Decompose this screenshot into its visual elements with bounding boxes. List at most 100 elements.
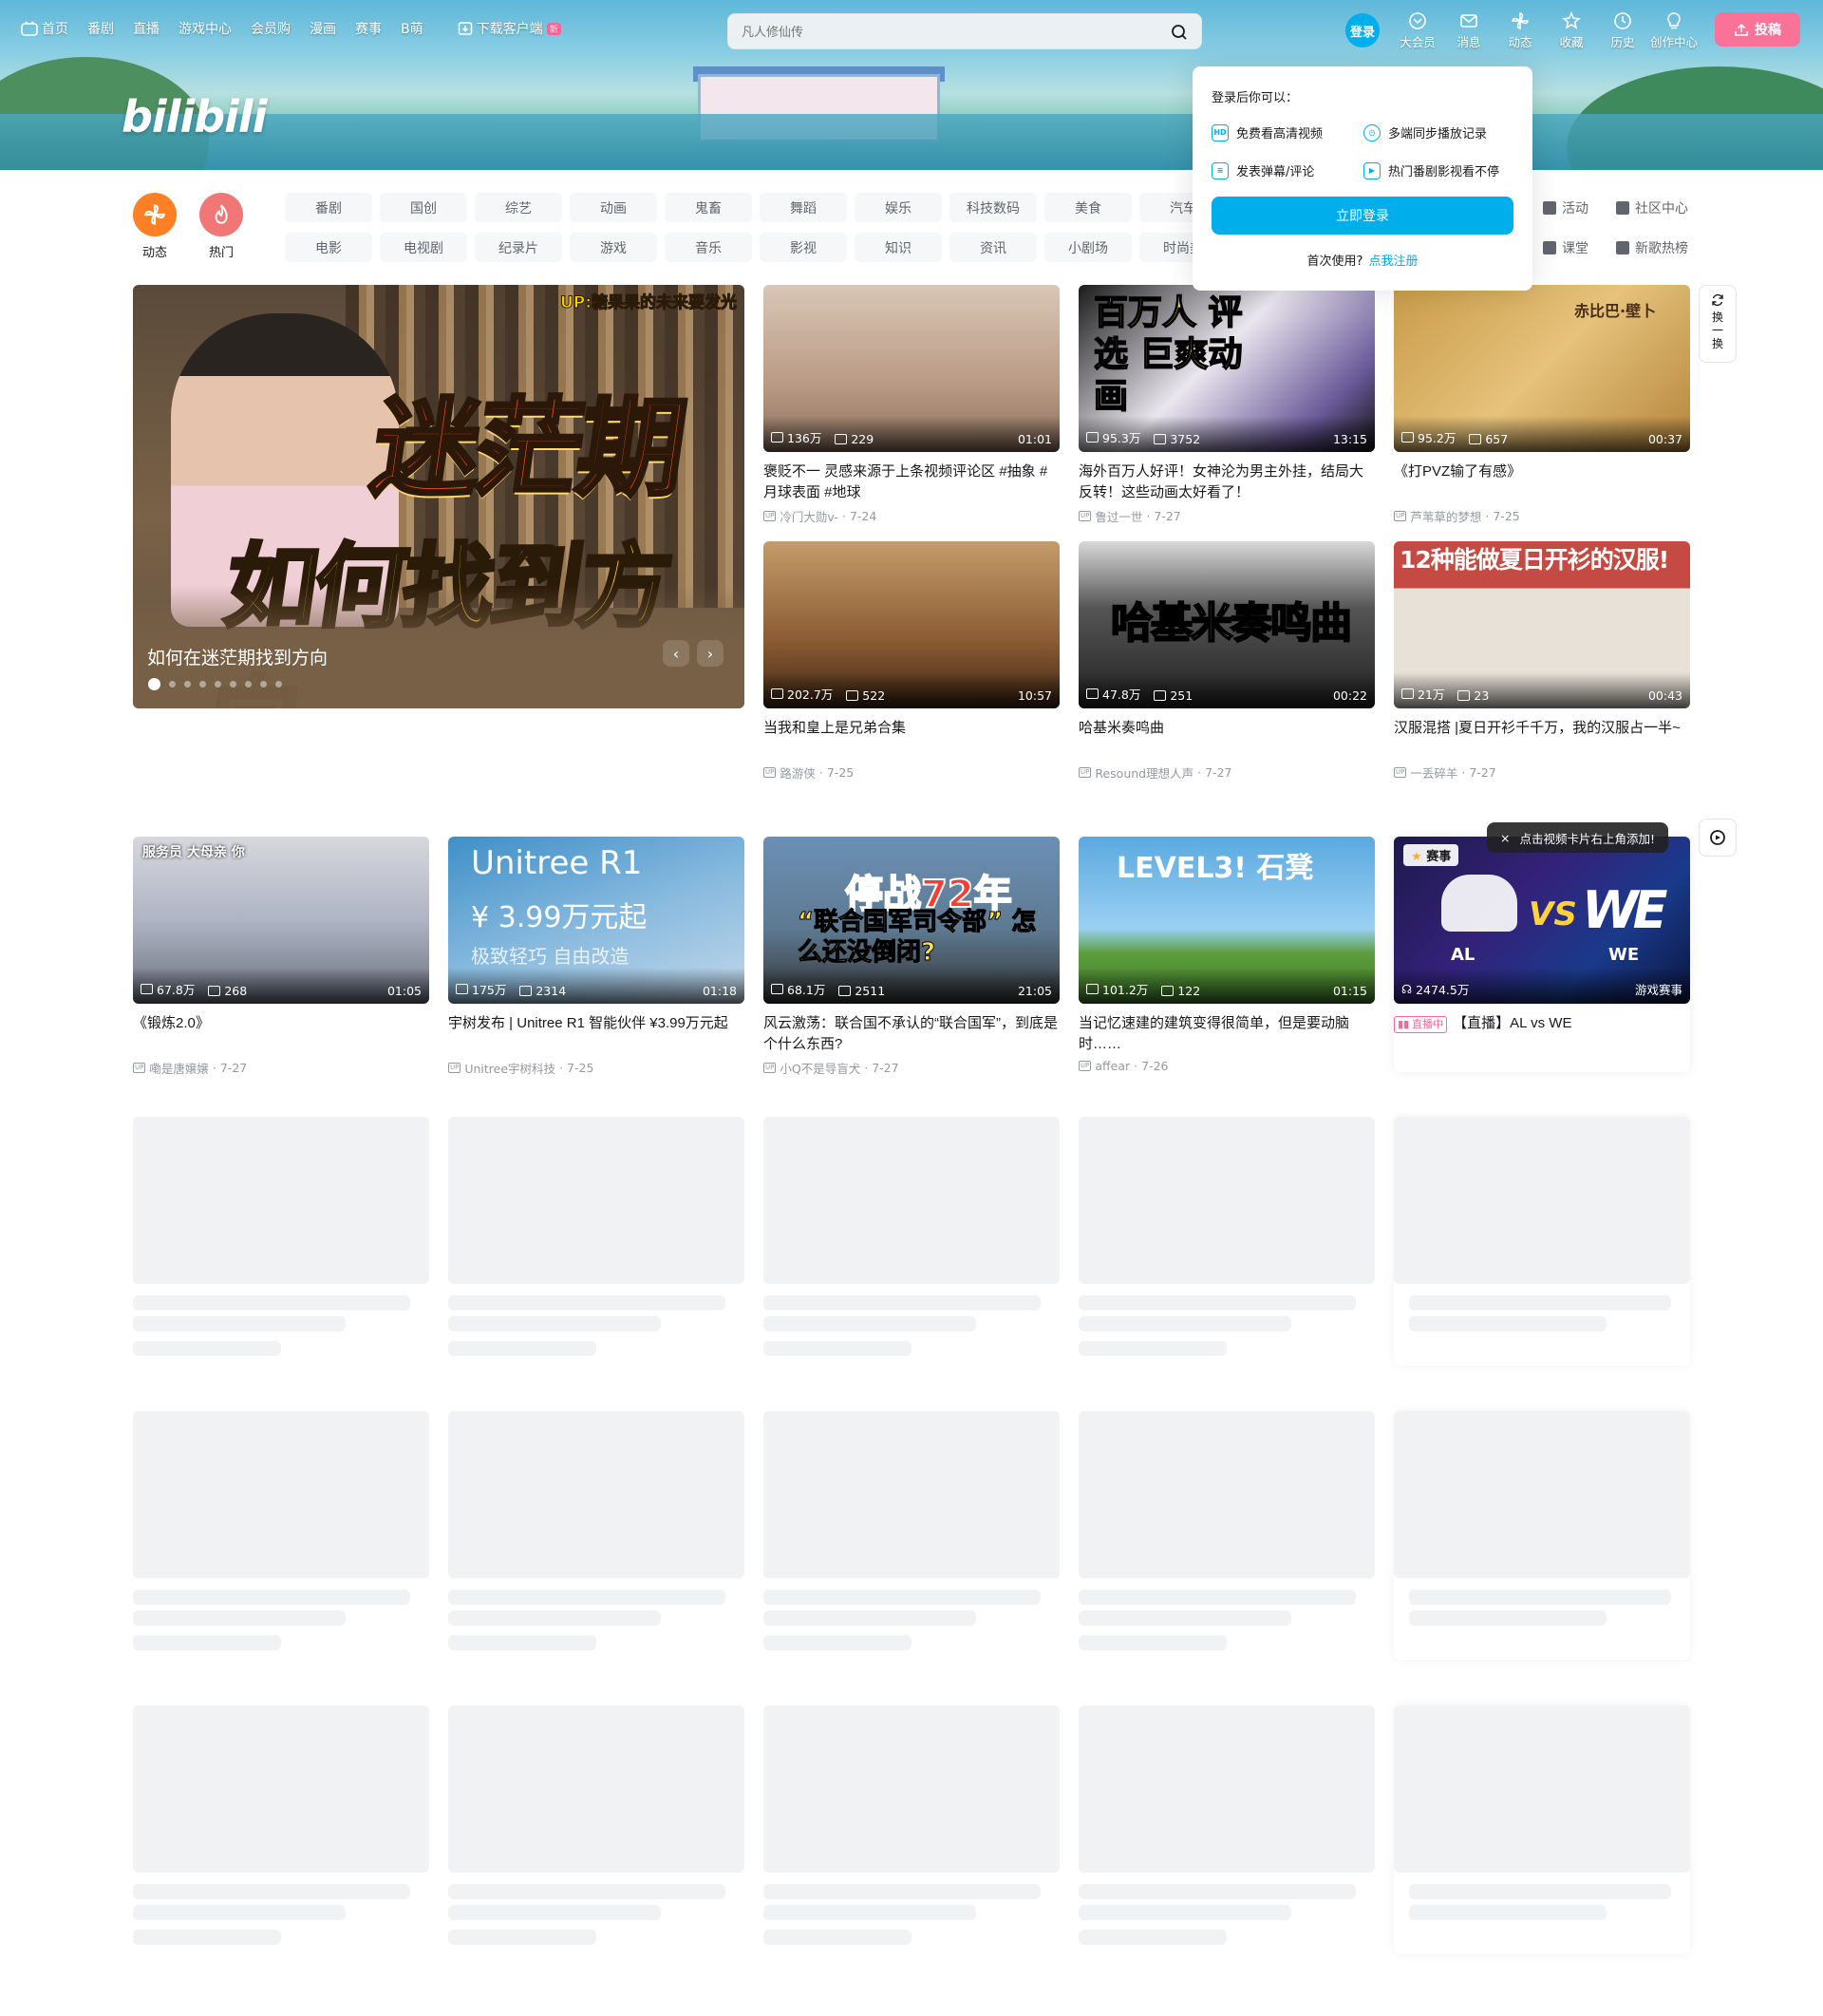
video-card[interactable]: 202.7万 522 10:57 当我和皇上是兄弟合集 UP 路游侠 · 7-25 (763, 541, 1060, 782)
channel-dynamic-button[interactable] (133, 193, 177, 236)
login-now-button[interactable]: 立即登录 (1212, 197, 1513, 235)
video-author[interactable]: 小Q不是导盲犬 (780, 1059, 860, 1077)
video-thumbnail[interactable]: 12种能做夏日开衫的汉服! 21万 23 00:43 (1394, 541, 1690, 708)
side-link-community[interactable]: 社区中心 (1616, 198, 1688, 217)
video-title[interactable]: 当记忆速建的建筑变得很简单，但是要动脑时…… (1079, 1013, 1375, 1055)
channel-tag[interactable]: 国创 (380, 193, 467, 222)
channel-tag[interactable]: 科技数码 (949, 193, 1037, 222)
live-title-row[interactable]: ▮▮ 直播中 【直播】AL vs WE (1394, 1013, 1690, 1055)
carousel-next-button[interactable]: › (697, 640, 724, 667)
channel-tag[interactable]: 纪录片 (475, 233, 562, 262)
video-thumbnail[interactable]: 136万 229 01:01 (763, 285, 1060, 452)
refresh-side-button[interactable] (1699, 819, 1737, 857)
side-link-activity[interactable]: 活动 (1543, 198, 1588, 217)
channel-tag[interactable]: 知识 (855, 233, 942, 262)
channel-tag[interactable]: 鬼畜 (665, 193, 752, 222)
video-thumbnail[interactable]: Unitree R1 ¥ 3.99万元起 极致轻巧 自由改造 175万 2314 01:1… (448, 837, 744, 1004)
video-meta[interactable]: UP 冷门大勋v- · 7-24 (763, 507, 1060, 525)
channel-hot-button[interactable] (199, 193, 243, 236)
video-author[interactable]: 一丢碎羊 (1410, 763, 1457, 782)
video-meta[interactable]: UP Resound理想人声 · 7-27 (1079, 763, 1375, 782)
carousel-dot[interactable] (245, 681, 252, 688)
nav-history[interactable]: 历史 (1597, 11, 1648, 50)
carousel-dot[interactable] (215, 681, 221, 688)
register-link[interactable]: 点我注册 (1368, 254, 1418, 269)
side-link-classroom[interactable]: 课堂 (1543, 238, 1588, 257)
video-card[interactable]: 百万人 评选 巨爽动画 95.3万 3752 13:15 海外百万人好评！女神沦为男主外… (1079, 285, 1375, 525)
nav-esports[interactable]: 赛事 (355, 19, 382, 38)
video-author[interactable]: 路游侠 (780, 763, 816, 782)
video-author[interactable]: 芦苇草的梦想 (1410, 507, 1481, 525)
hero-carousel[interactable]: UP:糖果果的未来要发光 迷茫期 如何找到方向 如何在迷茫期找到方向 ‹ › (133, 285, 744, 708)
nav-creator-center[interactable]: 创作中心 (1648, 11, 1700, 50)
video-title[interactable]: 哈基米奏鸣曲 (1079, 718, 1375, 760)
video-thumbnail[interactable]: 哈基米奏鸣曲 47.8万 251 00:22 (1079, 541, 1375, 708)
channel-tag[interactable]: 美食 (1044, 193, 1132, 222)
video-card[interactable]: 哈基米奏鸣曲 47.8万 251 00:22 哈基米奏鸣曲 UP Resound理想人声 · 7… (1079, 541, 1375, 782)
nav-game-center[interactable]: 游戏中心 (179, 19, 232, 38)
video-author[interactable]: 鲁过一世 (1095, 507, 1142, 525)
carousel-prev-button[interactable]: ‹ (663, 640, 689, 667)
video-author[interactable]: 嘞是唐嬢嬢 (149, 1059, 209, 1077)
search-input[interactable] (742, 22, 1140, 41)
live-card[interactable]: ★ 赛事 AL VS WE WE ☊ 2474.5万 游戏赛事 ▮▮ 直播中 【直… (1394, 837, 1690, 1055)
channel-tag[interactable]: 资讯 (949, 233, 1037, 262)
video-meta[interactable]: UP 小Q不是导盲犬 · 7-27 (763, 1059, 1060, 1077)
carousel-dot[interactable] (230, 681, 236, 688)
nav-bangumi[interactable]: 番剧 (87, 19, 114, 38)
channel-tag[interactable]: 音乐 (665, 233, 752, 262)
video-title[interactable]: 风云激荡：联合国不承认的“联合国军”，到底是个什么东西? (763, 1013, 1060, 1055)
search-icon[interactable] (1171, 24, 1188, 41)
channel-tag[interactable]: 电视剧 (380, 233, 467, 262)
login-avatar-button[interactable]: 登录 (1345, 13, 1380, 47)
video-card[interactable]: 136万 229 01:01 褒贬不一 灵感来源于上条视频评论区 #抽象 #月球表面 … (763, 285, 1060, 525)
video-title[interactable]: 宇树发布 | Unitree R1 智能伙伴 ¥3.99万元起 (448, 1013, 744, 1055)
channel-tag[interactable]: 番剧 (285, 193, 372, 222)
nav-dynamic[interactable]: 动态 (1494, 11, 1546, 50)
channel-tag[interactable]: 综艺 (475, 193, 562, 222)
channel-tag[interactable]: 游戏 (570, 233, 657, 262)
tooltip-close-icon[interactable]: × (1500, 831, 1510, 845)
channel-tag[interactable]: 电影 (285, 233, 372, 262)
video-author[interactable]: 冷门大勋v- (780, 507, 838, 525)
live-thumbnail[interactable]: ★ 赛事 AL VS WE WE ☊ 2474.5万 游戏赛事 (1394, 837, 1690, 1004)
carousel-dot[interactable] (260, 681, 267, 688)
channel-tag[interactable]: 娱乐 (855, 193, 942, 222)
channel-tag[interactable]: 小剧场 (1044, 233, 1132, 262)
video-card[interactable]: 停战72年 “联合国军司令部” 怎么还没倒闭? 68.1万 2511 21:05 风云激荡… (763, 837, 1060, 1077)
video-meta[interactable]: UP 芦苇草的梦想 · 7-25 (1394, 507, 1690, 525)
bilibili-logo[interactable]: bilibili (122, 91, 267, 142)
carousel-dot[interactable] (199, 681, 206, 688)
nav-download-client[interactable]: 下载客户端 新 (458, 19, 561, 38)
video-card[interactable]: Unitree R1 ¥ 3.99万元起 极致轻巧 自由改造 175万 2314 01:1… (448, 837, 744, 1077)
video-card[interactable]: 服务员 大母亲 你 67.8万 268 01:05 《锻炼2.0》 UP 嘞是唐嬢嬢 · 7-2… (133, 837, 429, 1077)
video-title[interactable]: 汉服混搭 |夏日开衫千千万，我的汉服占一半~ (1394, 718, 1690, 760)
nav-vip[interactable]: 大会员 (1392, 11, 1443, 50)
nav-manga[interactable]: 漫画 (310, 19, 336, 38)
nav-messages[interactable]: 消息 (1443, 11, 1494, 50)
video-thumbnail[interactable]: 服务员 大母亲 你 67.8万 268 01:05 (133, 837, 429, 1004)
video-meta[interactable]: UP Unitree宇树科技 · 7-25 (448, 1059, 744, 1077)
video-title[interactable]: 海外百万人好评！女神沦为男主外挂，结局大反转！这些动画太好看了！ (1079, 462, 1375, 503)
video-card[interactable]: LEVEL3! 石凳 101.2万 122 01:15 当记忆速建的建筑变得很简单，但是… (1079, 837, 1375, 1073)
video-thumbnail[interactable]: 赤比巴·壁卜 95.2万 657 00:37 (1394, 285, 1690, 452)
carousel-dot[interactable] (275, 681, 282, 688)
video-meta[interactable]: UP 鲁过一世 · 7-27 (1079, 507, 1375, 525)
nav-favorites[interactable]: 收藏 (1546, 11, 1597, 50)
video-thumbnail[interactable]: 停战72年 “联合国军司令部” 怎么还没倒闭? 68.1万 2511 21:05 (763, 837, 1060, 1004)
carousel-dot[interactable] (184, 681, 191, 688)
side-link-hot-songs[interactable]: 新歌热榜 (1616, 238, 1688, 257)
nav-mall[interactable]: 会员购 (251, 19, 291, 38)
nav-home[interactable]: 首页 (21, 19, 68, 38)
hero-caption[interactable]: 如何在迷茫期找到方向 (147, 644, 328, 669)
video-author[interactable]: Unitree宇树科技 (464, 1059, 555, 1077)
video-thumbnail[interactable]: 202.7万 522 10:57 (763, 541, 1060, 708)
nav-live[interactable]: 直播 (133, 19, 160, 38)
video-title[interactable]: 褒贬不一 灵感来源于上条视频评论区 #抽象 #月球表面 #地球 (763, 462, 1060, 503)
carousel-dot[interactable] (169, 681, 176, 688)
video-card[interactable]: 赤比巴·壁卜 95.2万 657 00:37 《打PVZ输了有感》 UP 芦苇草的梦想 · 7-… (1394, 285, 1690, 525)
channel-tag[interactable]: 影视 (760, 233, 847, 262)
video-author[interactable]: Resound理想人声 (1095, 763, 1193, 782)
video-title[interactable]: 《锻炼2.0》 (133, 1013, 429, 1055)
video-meta[interactable]: UP 一丢碎羊 · 7-27 (1394, 763, 1690, 782)
